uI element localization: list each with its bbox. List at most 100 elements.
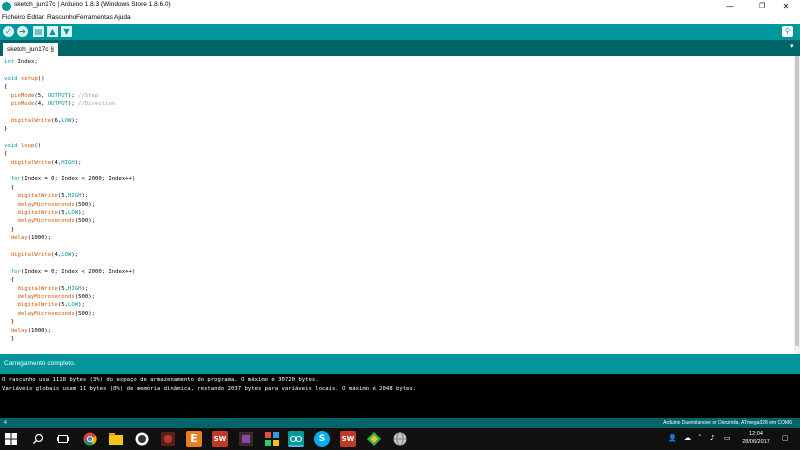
arrow-down-icon: ▼ xyxy=(63,27,70,36)
serial-monitor-button[interactable]: ⚲ xyxy=(782,26,793,37)
code-line[interactable]: digitalWrite(4,HIGH); xyxy=(4,159,135,167)
github-icon[interactable] xyxy=(134,431,150,447)
console-text: O rascunho usa 1118 bytes (3%) do espaço… xyxy=(2,376,416,393)
code-line[interactable]: pinMode(4, OUTPUT); //Direction xyxy=(4,100,135,108)
app-icon-sw[interactable]: SW xyxy=(212,431,228,447)
code-line[interactable]: digitalWrite(5,LOW); xyxy=(4,301,135,309)
file-explorer-icon[interactable] xyxy=(108,431,124,447)
board-info: Arduino Duemilanove or Diecimila, ATmega… xyxy=(663,420,792,426)
code-line[interactable]: ​ xyxy=(4,108,135,116)
code-line[interactable]: { xyxy=(4,150,135,158)
onedrive-icon[interactable]: ☁ xyxy=(684,434,691,442)
console-line: Variáveis globais usam 11 bytes (0%) de … xyxy=(2,385,417,392)
code-line[interactable]: int Index; xyxy=(4,58,135,66)
code-line[interactable]: ​ xyxy=(4,66,135,74)
open-button[interactable]: ▲ xyxy=(47,26,58,37)
code-line[interactable]: pinMode(5, OUTPUT); //Step xyxy=(4,92,135,100)
chrome-icon[interactable] xyxy=(82,431,98,447)
code-line[interactable]: delayMicroseconds(500); xyxy=(4,217,135,225)
window-title: sketch_jun17c | Arduino 1.8.3 (Windows S… xyxy=(14,1,171,8)
code-line[interactable]: { xyxy=(4,276,135,284)
arrow-right-icon: ➔ xyxy=(19,27,26,36)
line-number: 4 xyxy=(4,420,7,426)
code-line[interactable]: digitalWrite(5,HIGH); xyxy=(4,285,135,293)
status-message: Carregamento completo. xyxy=(4,360,76,367)
check-icon: ✓ xyxy=(5,27,12,36)
code-line[interactable]: ​ xyxy=(4,259,135,267)
people-icon[interactable]: 👤 xyxy=(668,434,677,442)
code-line[interactable]: void setup() xyxy=(4,75,135,83)
menu-ficheiro[interactable]: Ficheiro xyxy=(2,14,25,21)
menu-ajuda[interactable]: Ajuda xyxy=(114,14,131,21)
windows-taskbar: E SW S SW 👤 ☁ ˄ ♪ ▭ 12:04 28/06/2017 ▢ xyxy=(0,428,800,450)
code-line[interactable]: delayMicroseconds(500); xyxy=(4,293,135,301)
code-line[interactable]: digitalWrite(6,LOW); xyxy=(4,117,135,125)
close-button[interactable]: ✕ xyxy=(772,0,800,13)
status-bar: Carregamento completo. xyxy=(0,354,800,374)
menu-rascunho[interactable]: Rascunho xyxy=(47,14,76,21)
app-icon-grid[interactable] xyxy=(264,431,280,447)
app-icon-sw-2[interactable]: SW xyxy=(340,431,356,447)
skype-icon[interactable]: S xyxy=(314,431,330,447)
app-icon-orange-e[interactable]: E xyxy=(186,431,202,447)
clock-time: 12:04 xyxy=(749,431,763,437)
code-text[interactable]: int Index;​void setup(){ pinMode(5, OUTP… xyxy=(4,58,135,343)
editor-scrollbar[interactable] xyxy=(794,56,800,354)
code-line[interactable]: delay(1000); xyxy=(4,234,135,242)
chevron-up-icon[interactable]: ˄ xyxy=(698,434,702,442)
new-file-icon: ▤ xyxy=(34,27,43,36)
search-icon[interactable] xyxy=(30,431,46,447)
menu-ferramentas[interactable]: Ferramentas xyxy=(76,14,113,21)
app-icon-globe[interactable] xyxy=(392,431,408,447)
task-view-icon[interactable] xyxy=(55,431,71,447)
save-button[interactable]: ▼ xyxy=(61,26,72,37)
code-line[interactable]: ​ xyxy=(4,167,135,175)
code-line[interactable]: { xyxy=(4,184,135,192)
code-line[interactable]: } xyxy=(4,318,135,326)
code-line[interactable]: for(Index = 0; Index < 2000; Index++) xyxy=(4,268,136,276)
title-bar: sketch_jun17c | Arduino 1.8.3 (Windows S… xyxy=(0,0,800,13)
windows-start-icon[interactable] xyxy=(3,431,19,447)
code-line[interactable]: ​ xyxy=(4,134,135,142)
upload-button[interactable]: ➔ xyxy=(17,26,28,37)
code-line[interactable]: } xyxy=(4,226,135,234)
app-icon-diamond[interactable] xyxy=(366,431,382,447)
code-line[interactable]: delay(1000); xyxy=(4,327,135,335)
app-icon-red[interactable] xyxy=(160,431,176,447)
app-icon-dark[interactable] xyxy=(238,431,254,447)
notification-icon[interactable]: ▢ xyxy=(782,434,789,442)
code-line[interactable]: digitalWrite(4,LOW); xyxy=(4,251,135,259)
minimize-button[interactable]: — xyxy=(716,0,744,13)
menu-editar[interactable]: Editar xyxy=(27,14,44,21)
code-line[interactable]: delayMicroseconds(500); xyxy=(4,201,135,209)
code-line[interactable]: digitalWrite(5,HIGH); xyxy=(4,192,135,200)
network-icon[interactable]: ▭ xyxy=(724,434,731,442)
volume-icon[interactable]: ♪ xyxy=(710,434,714,442)
code-line[interactable]: } xyxy=(4,335,135,343)
scrollbar-thumb[interactable] xyxy=(795,56,799,346)
tab-bar: sketch_jun17c § ▾ xyxy=(0,40,800,56)
console-line: O rascunho usa 1118 bytes (3%) do espaço… xyxy=(2,377,319,383)
code-line[interactable]: for(Index = 0; Index < 2000; Index++) xyxy=(4,175,136,183)
arrow-up-icon: ▲ xyxy=(49,27,56,36)
code-line[interactable]: { xyxy=(4,83,135,91)
code-line[interactable]: delayMicroseconds(500); xyxy=(4,310,135,318)
tab-menu-button[interactable]: ▾ xyxy=(790,42,794,50)
system-clock[interactable]: 12:04 28/06/2017 xyxy=(737,430,775,446)
code-line[interactable]: } xyxy=(4,125,135,133)
tab-sketch[interactable]: sketch_jun17c § xyxy=(3,43,58,56)
new-button[interactable]: ▤ xyxy=(33,26,44,37)
magnifier-icon: ⚲ xyxy=(784,27,791,35)
code-line[interactable]: digitalWrite(5,LOW); xyxy=(4,209,135,217)
arduino-taskbar-icon[interactable] xyxy=(288,431,304,447)
verify-button[interactable]: ✓ xyxy=(3,26,14,37)
arduino-logo-icon xyxy=(2,2,11,11)
footer-bar: 4 Arduino Duemilanove or Diecimila, ATme… xyxy=(0,418,800,428)
code-line[interactable]: ​ xyxy=(4,243,135,251)
clock-date: 28/06/2017 xyxy=(742,439,770,445)
console-output: O rascunho usa 1118 bytes (3%) do espaço… xyxy=(0,374,800,418)
toolbar: ✓ ➔ ▤ ▲ ▼ ⚲ xyxy=(0,24,800,40)
code-line[interactable]: void loop() xyxy=(4,142,135,150)
menu-bar: Ficheiro Editar Rascunho Ferramentas Aju… xyxy=(0,13,800,24)
code-editor[interactable]: int Index;​void setup(){ pinMode(5, OUTP… xyxy=(0,56,800,354)
